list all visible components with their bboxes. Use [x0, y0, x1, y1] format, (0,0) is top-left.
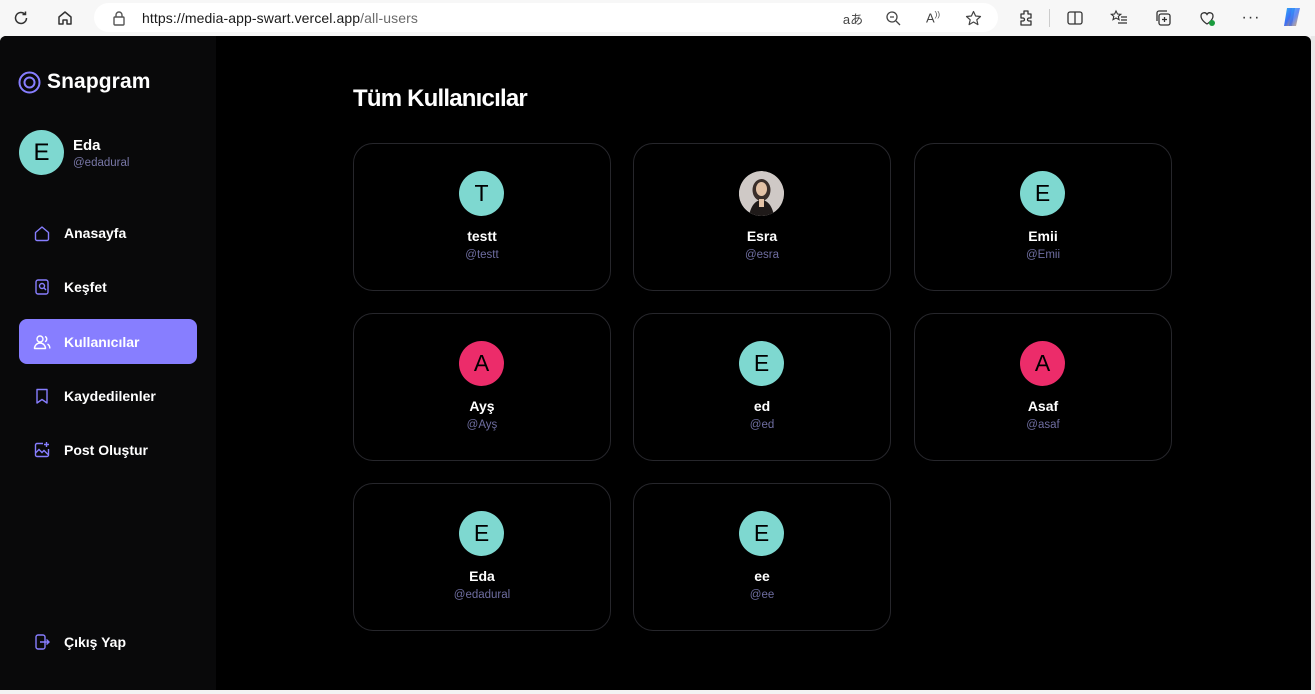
avatar: T: [459, 171, 504, 216]
profile-name: Eda: [73, 136, 101, 154]
avatar: A: [1020, 341, 1065, 386]
home-icon: [32, 223, 52, 243]
page-title: Tüm Kullanıcılar: [353, 85, 528, 112]
collections-icon[interactable]: [1152, 7, 1174, 29]
explore-icon: [32, 277, 52, 297]
logo[interactable]: Snapgram: [18, 70, 151, 94]
avatar: E: [19, 130, 64, 175]
translate-icon[interactable]: aあ: [842, 7, 864, 29]
avatar: E: [459, 511, 504, 556]
read-aloud-icon[interactable]: A)): [922, 7, 944, 29]
user-name: Emii: [1028, 228, 1058, 244]
more-options-icon[interactable]: ···: [1240, 7, 1262, 29]
user-card[interactable]: E Emii @Emii: [914, 143, 1172, 291]
user-name: Eda: [469, 568, 495, 584]
logout-button[interactable]: Çıkış Yap: [19, 619, 197, 664]
user-name: Ayş: [469, 398, 495, 414]
logout-label: Çıkış Yap: [64, 633, 127, 650]
user-name: ed: [753, 398, 771, 414]
sidebar-item-explore[interactable]: Keşfet: [19, 264, 197, 309]
url-text[interactable]: https://media-app-swart.vercel.app/all-u…: [142, 10, 418, 26]
user-name: ee: [754, 568, 770, 584]
sidebar-item-label: Kullanıcılar: [64, 333, 140, 350]
user-card[interactable]: E ee @ee: [633, 483, 891, 631]
snapgram-logo-icon: [18, 71, 41, 93]
user-card[interactable]: Esra @esra: [633, 143, 891, 291]
logo-text: Snapgram: [47, 70, 151, 93]
address-bar[interactable]: https://media-app-swart.vercel.app/all-u…: [94, 3, 998, 32]
browser-toolbar: https://media-app-swart.vercel.app/all-u…: [0, 0, 1315, 36]
sidebar-item-users[interactable]: Kullanıcılar: [19, 319, 197, 364]
user-card[interactable]: E ed @ed: [633, 313, 891, 461]
favorite-star-icon[interactable]: [962, 7, 984, 29]
user-handle: @edadural: [453, 589, 511, 601]
user-card[interactable]: A Asaf @asaf: [914, 313, 1172, 461]
avatar-photo: [739, 171, 784, 216]
user-card[interactable]: A Ayş @Ayş: [353, 313, 611, 461]
avatar: E: [1020, 171, 1065, 216]
browser-essentials-icon[interactable]: [1196, 7, 1218, 29]
sidebar-item-label: Keşfet: [64, 278, 107, 295]
user-handle: @asaf: [1026, 419, 1060, 431]
profile-link[interactable]: E Eda @edadural: [19, 130, 129, 175]
user-name: Asaf: [1027, 398, 1059, 414]
sidebar: Snapgram E Eda @edadural Anasayfa Keşfet: [0, 36, 216, 690]
user-handle: @esra: [744, 249, 780, 261]
people-icon: [32, 332, 52, 352]
user-name: testt: [467, 228, 497, 244]
extensions-icon[interactable]: [1015, 7, 1037, 29]
create-post-icon: [32, 440, 52, 460]
refresh-icon[interactable]: [9, 6, 33, 30]
user-card[interactable]: E Eda @edadural: [353, 483, 611, 631]
sidebar-item-home[interactable]: Anasayfa: [19, 210, 197, 255]
sidebar-item-label: Anasayfa: [64, 224, 127, 241]
scrollbar[interactable]: [1311, 36, 1315, 690]
user-card[interactable]: T testt @testt: [353, 143, 611, 291]
sidebar-item-create-post[interactable]: Post Oluştur: [19, 427, 197, 472]
user-handle: @ed: [749, 419, 775, 431]
avatar: A: [459, 341, 504, 386]
sidebar-item-label: Kaydedilenler: [64, 387, 156, 404]
lock-icon[interactable]: [108, 7, 130, 29]
user-handle: @Ayş: [466, 419, 498, 431]
sidebar-item-saved[interactable]: Kaydedilenler: [19, 373, 197, 418]
user-handle: @testt: [465, 249, 499, 261]
sidebar-item-label: Post Oluştur: [64, 441, 149, 458]
favorites-list-icon[interactable]: [1108, 7, 1130, 29]
copilot-icon[interactable]: [1280, 5, 1304, 29]
avatar: E: [739, 341, 784, 386]
zoom-out-icon[interactable]: [882, 7, 904, 29]
user-name: Esra: [746, 228, 778, 244]
logout-icon: [32, 632, 52, 652]
split-screen-icon[interactable]: [1064, 7, 1086, 29]
toolbar-separator: [1049, 9, 1050, 27]
avatar: E: [739, 511, 784, 556]
profile-handle: @edadural: [73, 156, 130, 169]
home-browser-icon[interactable]: [53, 6, 77, 30]
app-window: Snapgram E Eda @edadural Anasayfa Keşfet: [0, 36, 1311, 690]
user-handle: @Emii: [1025, 249, 1061, 261]
user-handle: @ee: [749, 589, 775, 601]
bookmark-icon: [32, 386, 52, 406]
